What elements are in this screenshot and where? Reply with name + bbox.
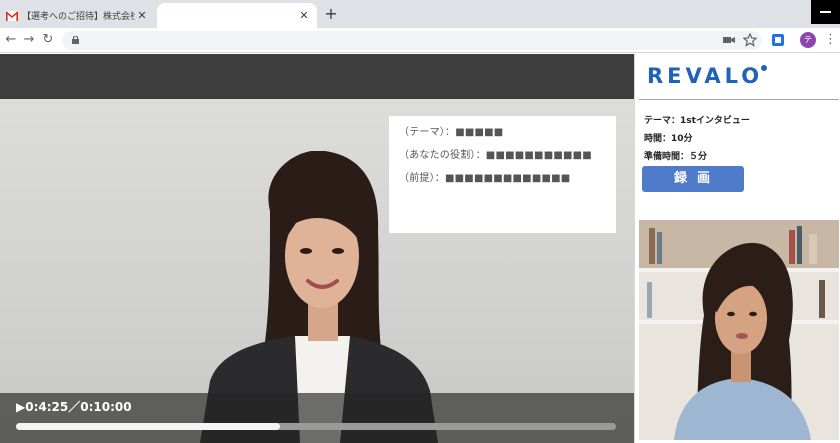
candidate-figure [639,220,839,440]
interview-panel: REVALO テーマ：1stインタビュー 時間：10分 準備時間：５分 録画 [634,54,840,443]
logo-dot [761,65,767,71]
tab-gmail[interactable]: 【選考へのご招待】株式会社レバロ ✕ [0,3,155,28]
reload-button[interactable]: ↻ [39,31,57,49]
bookmark-star-icon[interactable] [743,33,757,47]
lock-icon [72,36,79,44]
extension-icon[interactable] [771,33,785,47]
record-button[interactable]: 録画 [642,166,744,192]
progress-fill [16,423,280,430]
minimize-button[interactable] [811,0,840,24]
forward-button[interactable]: → [20,31,38,49]
duration-label: 時間：10分 [644,134,693,144]
menu-icon[interactable]: ⋮ [824,32,837,48]
camera-icon[interactable] [722,33,736,47]
role-line: （あなたの役割）：■■■■■■■■■■■ [399,150,592,161]
tab-title: 【選考へのご招待】株式会社レバロ [22,12,135,22]
video-controls: ▶0:4:25／0:10:00 [0,393,634,443]
close-tab-icon[interactable]: ✕ [297,9,311,22]
close-tab-icon[interactable]: ✕ [135,9,149,22]
progress-bar[interactable] [16,423,616,430]
theme-line: （テーマ）：■■■■■ [399,127,504,138]
video-header-bar [0,54,634,99]
tab-active[interactable]: ✕ [157,3,317,28]
interviewer-video: （テーマ）：■■■■■ （あなたの役割）：■■■■■■■■■■■ （前提）：■■… [0,54,634,443]
interview-theme-card: （テーマ）：■■■■■ （あなたの役割）：■■■■■■■■■■■ （前提）：■■… [389,116,616,233]
browser-toolbar: ← → ↻ テ ⋮ [0,28,840,53]
profile-avatar[interactable]: テ [800,32,816,48]
new-tab-button[interactable]: + [322,5,340,23]
playback-time[interactable]: ▶0:4:25／0:10:00 [16,398,132,415]
prep-time-label: 準備時間：５分 [644,152,708,162]
gmail-icon [6,10,18,21]
revalo-logo: REVALO [647,64,764,88]
back-button[interactable]: ← [2,31,20,49]
minimize-icon [820,11,831,13]
theme-label: テーマ：1stインタビュー [644,116,750,126]
premise-line: （前提）：■■■■■■■■■■■■■ [399,173,571,184]
tab-strip: 【選考へのご招待】株式会社レバロ ✕ ✕ + [0,0,840,28]
divider [639,99,839,100]
address-bar[interactable] [62,31,762,50]
self-camera-video [639,220,839,440]
